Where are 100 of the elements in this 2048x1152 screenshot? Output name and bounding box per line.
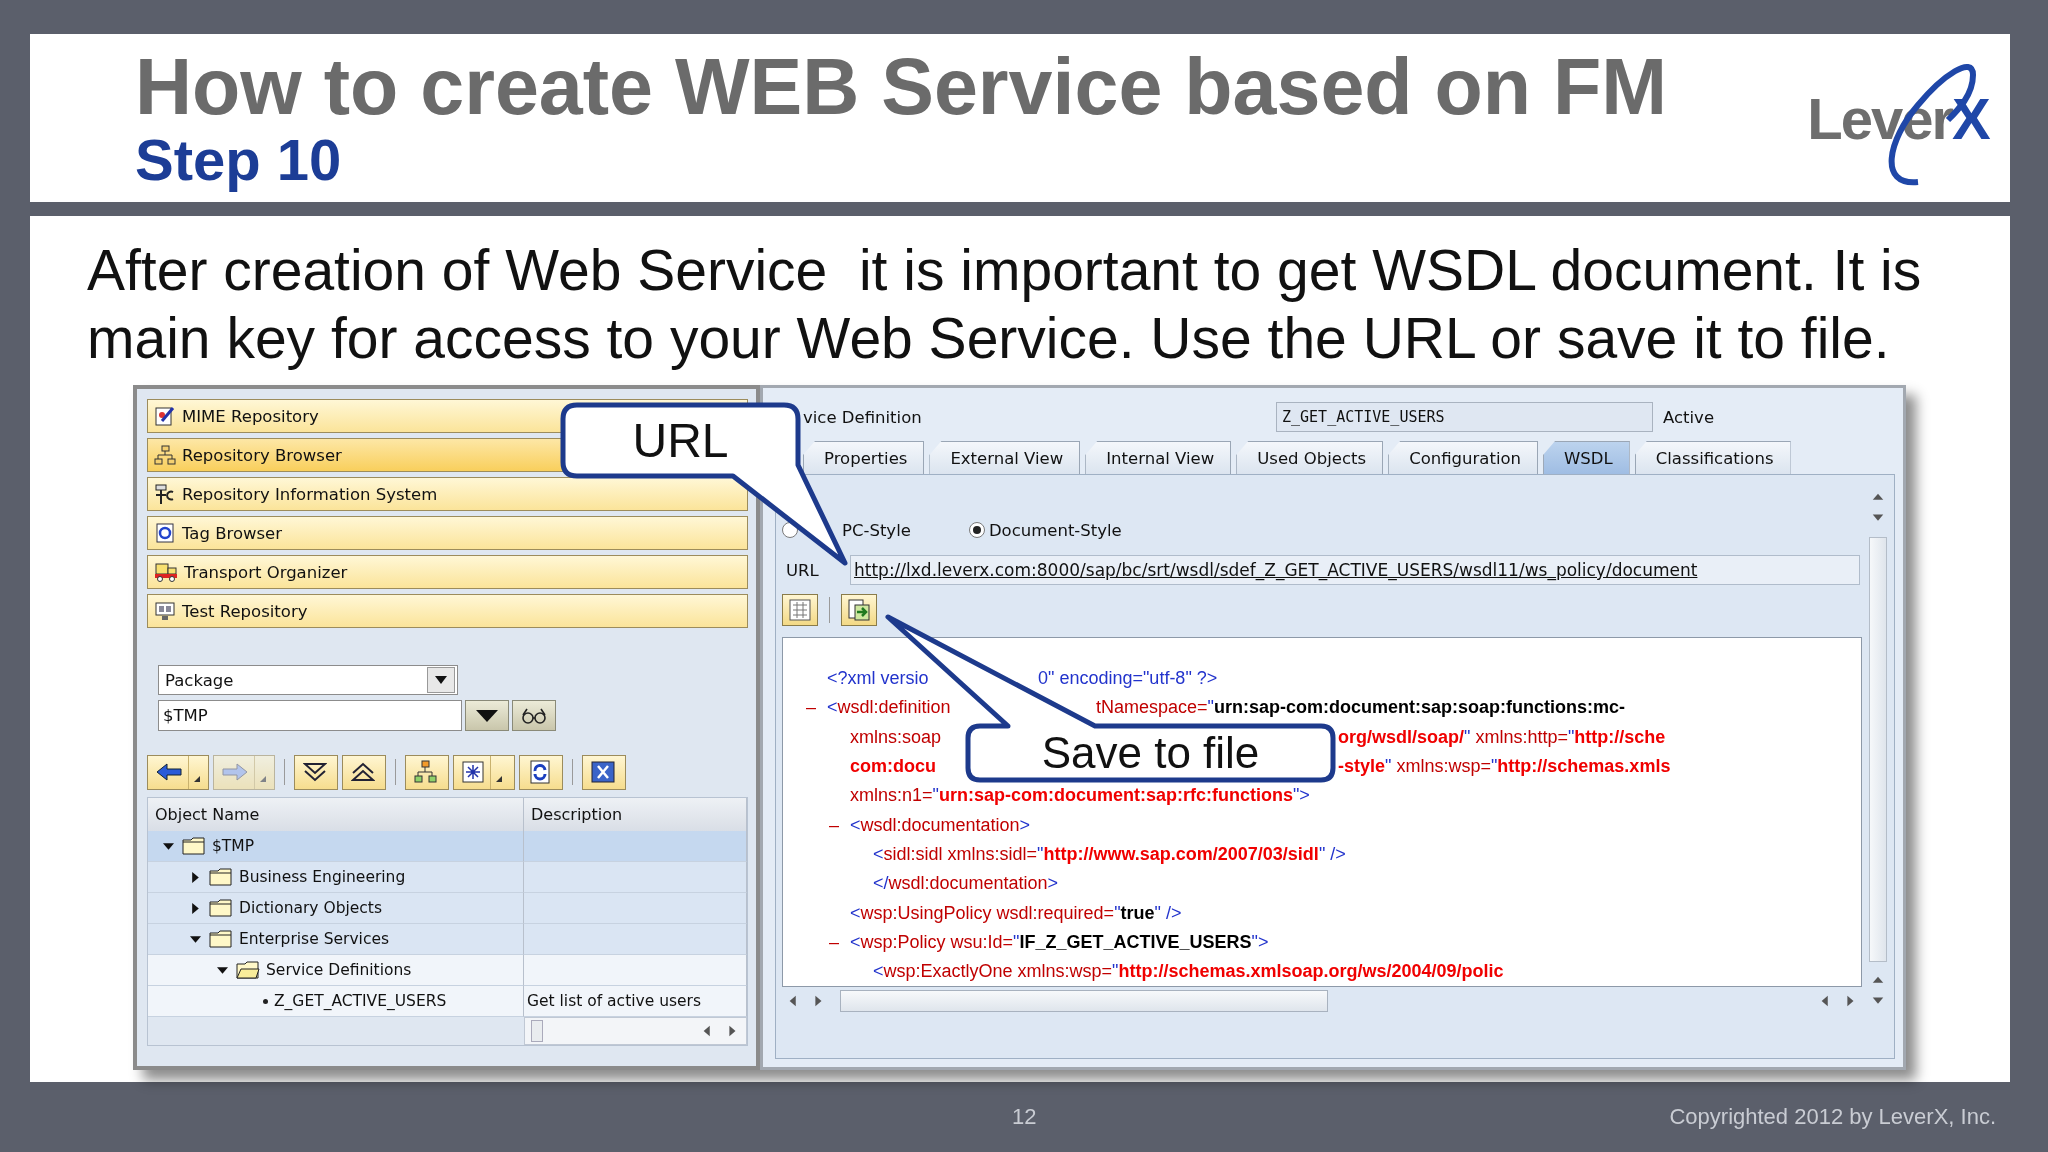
tree-node[interactable]: Service Definitions	[148, 955, 524, 986]
tree-node[interactable]: Business Engineering	[148, 862, 524, 893]
monitor-icon	[154, 600, 176, 622]
dropdown-caret-icon	[435, 676, 447, 684]
column-header: Description	[524, 798, 747, 831]
hierarchy-icon	[154, 444, 176, 466]
toolbar-button[interactable]	[519, 754, 563, 790]
toolbar-button[interactable]	[294, 754, 338, 790]
navigator-item[interactable]: Tag Browser	[147, 516, 748, 550]
save-to-file-button[interactable]	[841, 594, 877, 626]
node-label: Dictionary Objects	[239, 899, 382, 917]
node-label: $TMP	[212, 837, 255, 855]
grid-icon	[789, 599, 811, 621]
toolbar-button[interactable]	[582, 754, 626, 790]
collapse-toggle[interactable]: –	[829, 814, 839, 835]
xml-text: <wsdl:documentation>	[850, 814, 1031, 836]
navigator-item[interactable]: Transport Organizer	[147, 555, 748, 589]
node-label: Z_GET_ACTIVE_USERS	[274, 992, 447, 1010]
display-button[interactable]	[512, 700, 556, 731]
tab[interactable]: Classifications	[1634, 441, 1791, 474]
tab[interactable]: Used Objects	[1236, 441, 1384, 474]
xml-text: org/wsdl/soap/" xmlns:http="http://sche	[1338, 726, 1666, 748]
xml-text: </wsdl:documentation>	[873, 873, 1059, 895]
node-label: Business Engineering	[239, 868, 406, 886]
dropdown-button[interactable]	[465, 700, 509, 731]
column-header: Object Name	[148, 798, 524, 831]
tab[interactable]: External View	[929, 441, 1081, 474]
tools-icon	[154, 483, 176, 505]
document-pencil-icon	[154, 405, 176, 427]
object-type-dropdown[interactable]: Package	[158, 665, 458, 695]
caret-icon[interactable]	[189, 902, 201, 914]
xml-text: tNamespace="urn:sap-com:document:sap:soap:functions:mc-	[1096, 697, 1625, 719]
page-number: 12	[1012, 1104, 1037, 1130]
copyright-text: Copyrighted 2012 by LeverX, Inc.	[1669, 1104, 1996, 1130]
tab[interactable]: Configuration	[1388, 441, 1539, 474]
asterisk-icon	[462, 761, 484, 783]
object-name-field[interactable]: $TMP	[158, 700, 462, 731]
radio-button[interactable]	[968, 522, 985, 538]
navigator-item[interactable]: Test Repository	[147, 594, 748, 628]
xml-text: -style" xmlns:wsp="http://schemas.xmls	[1338, 756, 1671, 778]
intro-paragraph: After creation of Web Service it is important to get WSDL document. It is main key for access to your Web Service. Use the URL or save it to file.	[87, 237, 1923, 372]
tree-node[interactable]: $TMP	[148, 831, 524, 862]
truck-icon	[154, 561, 178, 583]
close-icon	[591, 761, 615, 783]
caret-icon[interactable]	[189, 933, 201, 945]
dropdown-caret-icon	[476, 709, 498, 722]
tree-node[interactable]: Enterprise Services	[148, 924, 524, 955]
url-label: URL	[785, 560, 820, 580]
xml-text: <wsp:UsingPolicy wsdl:required="true" />	[850, 902, 1182, 924]
chevron-down-icon	[303, 761, 327, 783]
tab[interactable]: Properties	[803, 441, 925, 474]
caret-icon[interactable]	[216, 964, 228, 976]
description-cell: Get list of active users	[524, 986, 747, 1017]
hierarchy-icon	[414, 760, 438, 784]
open-folder-icon	[236, 960, 260, 980]
arrow-left-icon	[156, 762, 182, 782]
refresh-icon	[528, 760, 552, 784]
folder-icon	[209, 898, 233, 918]
xml-text: 0" encoding="utf-8" ?>	[1038, 668, 1218, 690]
tab[interactable]: Internal View	[1085, 441, 1232, 474]
collapse-toggle[interactable]: –	[829, 931, 839, 952]
xml-text: com:docu	[850, 756, 937, 778]
scrollbar-thumb[interactable]	[840, 990, 1328, 1012]
xml-text: <sidl:sidl xmlns:sidl="http://www.sap.com/2007/03/sidl" />	[873, 843, 1346, 865]
xml-text: <wsp:Policy wsu:Id="IF_Z_GET_ACTIVE_USERS">	[850, 931, 1269, 953]
scrollbar-thumb[interactable]	[531, 1020, 543, 1042]
tree-node[interactable]: Z_GET_ACTIVE_USERS	[148, 986, 524, 1017]
menu-corner-icon	[188, 755, 202, 789]
field-label: vice Definition	[803, 407, 923, 427]
node-label: Service Definitions	[266, 961, 412, 979]
tree-node[interactable]: Dictionary Objects	[148, 893, 524, 924]
menu-corner-icon	[254, 755, 268, 789]
caret-icon[interactable]	[162, 840, 174, 852]
xml-text: xmlns:soap	[850, 726, 943, 748]
xml-text: <?xml versio	[827, 668, 930, 690]
folder-icon	[182, 836, 206, 856]
tab[interactable]: WSDL	[1543, 441, 1630, 474]
service-name-field[interactable]: Z_GET_ACTIVE_USERS	[1276, 402, 1653, 432]
xml-text: xmlns:n1="urn:sap-com:document:sap:rfc:functions">	[850, 785, 1310, 807]
folder-icon	[209, 929, 233, 949]
toolbar-button[interactable]	[147, 754, 209, 790]
folder-icon	[209, 867, 233, 887]
radio-label: PC-Style	[842, 520, 911, 540]
xml-text: <wsdl:definition	[827, 697, 952, 719]
document-icon	[154, 522, 176, 544]
caret-icon[interactable]	[189, 871, 201, 883]
chevron-up-icon	[351, 761, 375, 783]
glasses-icon	[521, 706, 547, 725]
callout-label: Save to file	[1040, 727, 1261, 779]
url-link[interactable]: http://lxd.leverx.com:8000/sap/bc/srt/wsdl/sdef_Z_GET_ACTIVE_USERS/wsdl11/ws_policy/document	[854, 560, 1698, 580]
xml-text: <wsp:ExactlyOne xmlns:wsp="http://schemas.xmlsoap.org/ws/2004/09/polic	[873, 961, 1504, 983]
collapse-toggle[interactable]: –	[806, 697, 816, 718]
bullet-icon	[263, 998, 268, 1004]
node-label: Enterprise Services	[239, 930, 390, 948]
arrow-right-icon	[222, 762, 248, 782]
slide-subtitle: Step 10	[135, 129, 343, 191]
navigator-item[interactable]: Repository Information System	[147, 477, 748, 511]
radio-label: Document-Style	[988, 520, 1122, 540]
toolbar-button[interactable]	[342, 754, 386, 790]
status-text: Active	[1663, 407, 1715, 427]
